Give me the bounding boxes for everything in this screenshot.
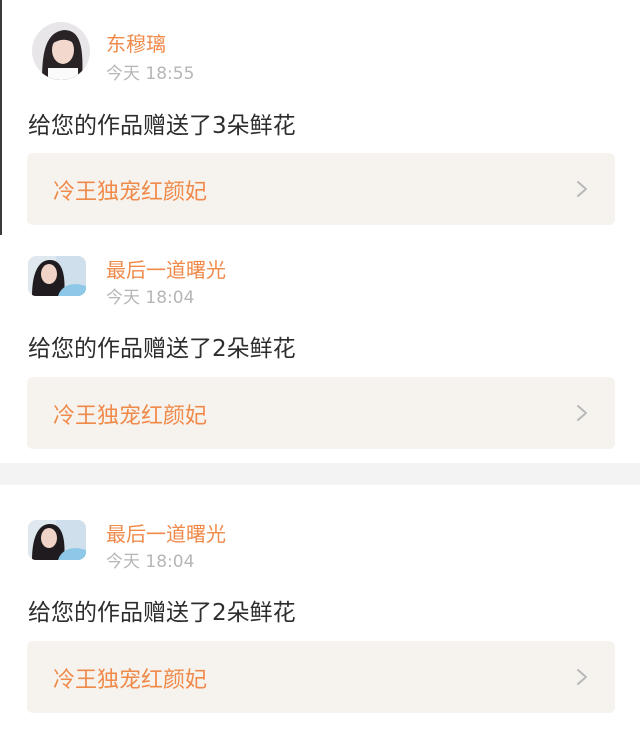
gift-message: 给您的作品赠送了2朵鲜花 [28, 600, 296, 626]
gift-message: 给您的作品赠送了2朵鲜花 [28, 336, 296, 362]
gift-message: 给您的作品赠送了3朵鲜花 [28, 113, 296, 139]
work-title: 冷王独宠红颜妃 [53, 180, 208, 205]
timestamp: 今天 18:04 [106, 552, 195, 572]
notification-item: 东穆璃 今天 18:55 给您的作品赠送了3朵鲜花 冷王独宠红颜妃 [0, 14, 640, 229]
notification-item: 最后一道曙光 今天 18:04 给您的作品赠送了2朵鲜花 冷王独宠红颜妃 [0, 238, 640, 453]
chevron-right-icon [577, 669, 587, 685]
user-avatar[interactable] [28, 256, 86, 296]
chevron-right-icon [577, 181, 587, 197]
user-avatar[interactable] [32, 22, 90, 80]
username[interactable]: 东穆璃 [106, 28, 166, 57]
work-title: 冷王独宠红颜妃 [53, 404, 208, 429]
user-avatar[interactable] [28, 520, 86, 560]
user-row: 最后一道曙光 今天 18:04 [28, 238, 628, 318]
chevron-right-icon [577, 405, 587, 421]
work-title: 冷王独宠红颜妃 [53, 668, 208, 693]
timestamp: 今天 18:55 [106, 64, 195, 84]
username[interactable]: 最后一道曙光 [106, 518, 226, 547]
work-link-card[interactable]: 冷王独宠红颜妃 [27, 641, 615, 713]
avatar-image [28, 256, 86, 296]
avatar-image [28, 520, 86, 560]
username[interactable]: 最后一道曙光 [106, 254, 226, 283]
user-row: 东穆璃 今天 18:55 [28, 14, 628, 94]
notification-item: 最后一道曙光 今天 18:04 给您的作品赠送了2朵鲜花 冷王独宠红颜妃 [0, 502, 640, 717]
user-row: 最后一道曙光 今天 18:04 [28, 502, 628, 582]
gift-notification-feed: 东穆璃 今天 18:55 给您的作品赠送了3朵鲜花 冷王独宠红颜妃 最后一道曙光… [0, 0, 640, 729]
timestamp: 今天 18:04 [106, 288, 195, 308]
section-divider [0, 463, 640, 485]
work-link-card[interactable]: 冷王独宠红颜妃 [27, 153, 615, 225]
work-link-card[interactable]: 冷王独宠红颜妃 [27, 377, 615, 449]
avatar-image [32, 22, 90, 80]
